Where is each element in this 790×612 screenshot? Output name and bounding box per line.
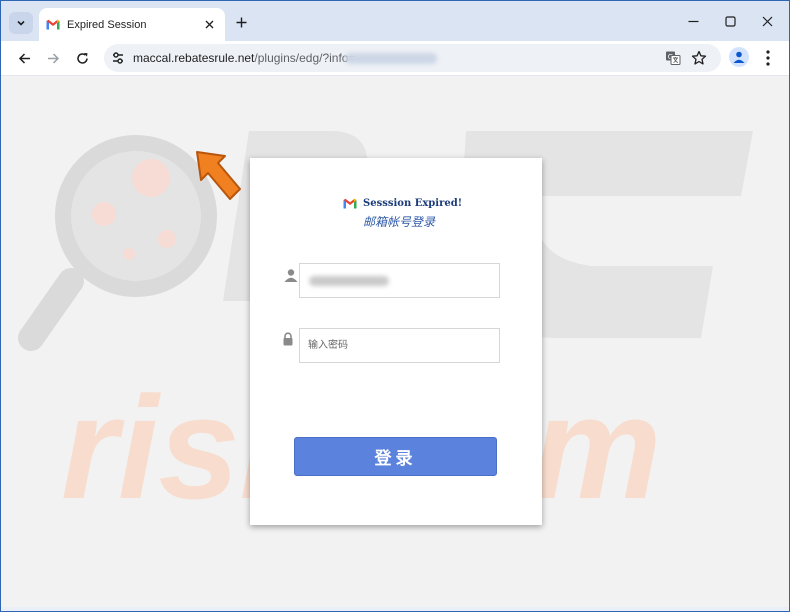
tab-title: Expired Session — [67, 18, 147, 31]
chevron-down-icon — [17, 20, 25, 26]
tab-close-button[interactable] — [201, 17, 217, 33]
tab-strip: Expired Session — [1, 1, 789, 41]
close-window-button[interactable] — [759, 13, 775, 29]
tab-search-button[interactable] — [9, 12, 33, 34]
gmail-icon — [343, 198, 357, 208]
translate-icon[interactable]: G — [665, 50, 681, 66]
forward-button[interactable] — [44, 49, 62, 67]
brand-title: Sesssion Expired! — [363, 197, 463, 209]
site-info-icon[interactable] — [110, 50, 126, 66]
browser-toolbar: maccal.rebatesrule.net/plugins/edg/?info… — [1, 41, 789, 76]
profile-button[interactable] — [729, 47, 749, 67]
email-field[interactable] — [299, 263, 500, 298]
lock-icon — [283, 332, 293, 346]
reload-icon — [76, 52, 88, 64]
minimize-button[interactable] — [685, 13, 701, 29]
maximize-icon — [724, 15, 736, 27]
email-redacted-value — [309, 276, 389, 286]
gmail-icon — [46, 19, 60, 30]
kebab-menu-icon[interactable] — [760, 49, 776, 67]
login-button[interactable]: 登录 — [294, 437, 497, 476]
back-icon — [18, 52, 30, 64]
address-bar[interactable]: maccal.rebatesrule.net/plugins/edg/?info… — [104, 44, 721, 72]
close-icon — [762, 16, 772, 26]
page-viewport: risk.com Sesssion Expired! 邮箱帐号登录 — [1, 76, 789, 607]
password-field[interactable] — [299, 328, 500, 363]
close-icon — [205, 20, 213, 29]
user-icon — [284, 269, 298, 282]
profile-icon — [733, 51, 745, 63]
minimize-icon — [688, 20, 698, 22]
new-tab-button[interactable] — [232, 13, 250, 31]
url-host: maccal.rebatesrule.net — [133, 51, 255, 65]
url-text[interactable]: maccal.rebatesrule.net/plugins/edg/?info… — [133, 51, 356, 65]
password-input[interactable] — [300, 329, 499, 362]
login-card: Sesssion Expired! 邮箱帐号登录 登录 — [250, 158, 542, 525]
maximize-button[interactable] — [722, 13, 738, 29]
star-icon[interactable] — [691, 50, 707, 66]
plus-icon — [236, 17, 246, 27]
reload-button[interactable] — [73, 49, 91, 67]
url-path: /plugins/edg/?info= — [254, 51, 356, 65]
arrow-pointer-graphic — [196, 151, 241, 200]
url-redacted-query — [345, 53, 437, 64]
back-button[interactable] — [15, 49, 33, 67]
brand-header: Sesssion Expired! — [343, 196, 462, 210]
brand-subtitle: 邮箱帐号登录 — [363, 215, 436, 229]
tab-expired-session[interactable]: Expired Session — [39, 8, 225, 41]
forward-icon — [47, 52, 59, 64]
browser-window: Expired Session maccal.rebatesrule.net/p… — [0, 0, 790, 612]
